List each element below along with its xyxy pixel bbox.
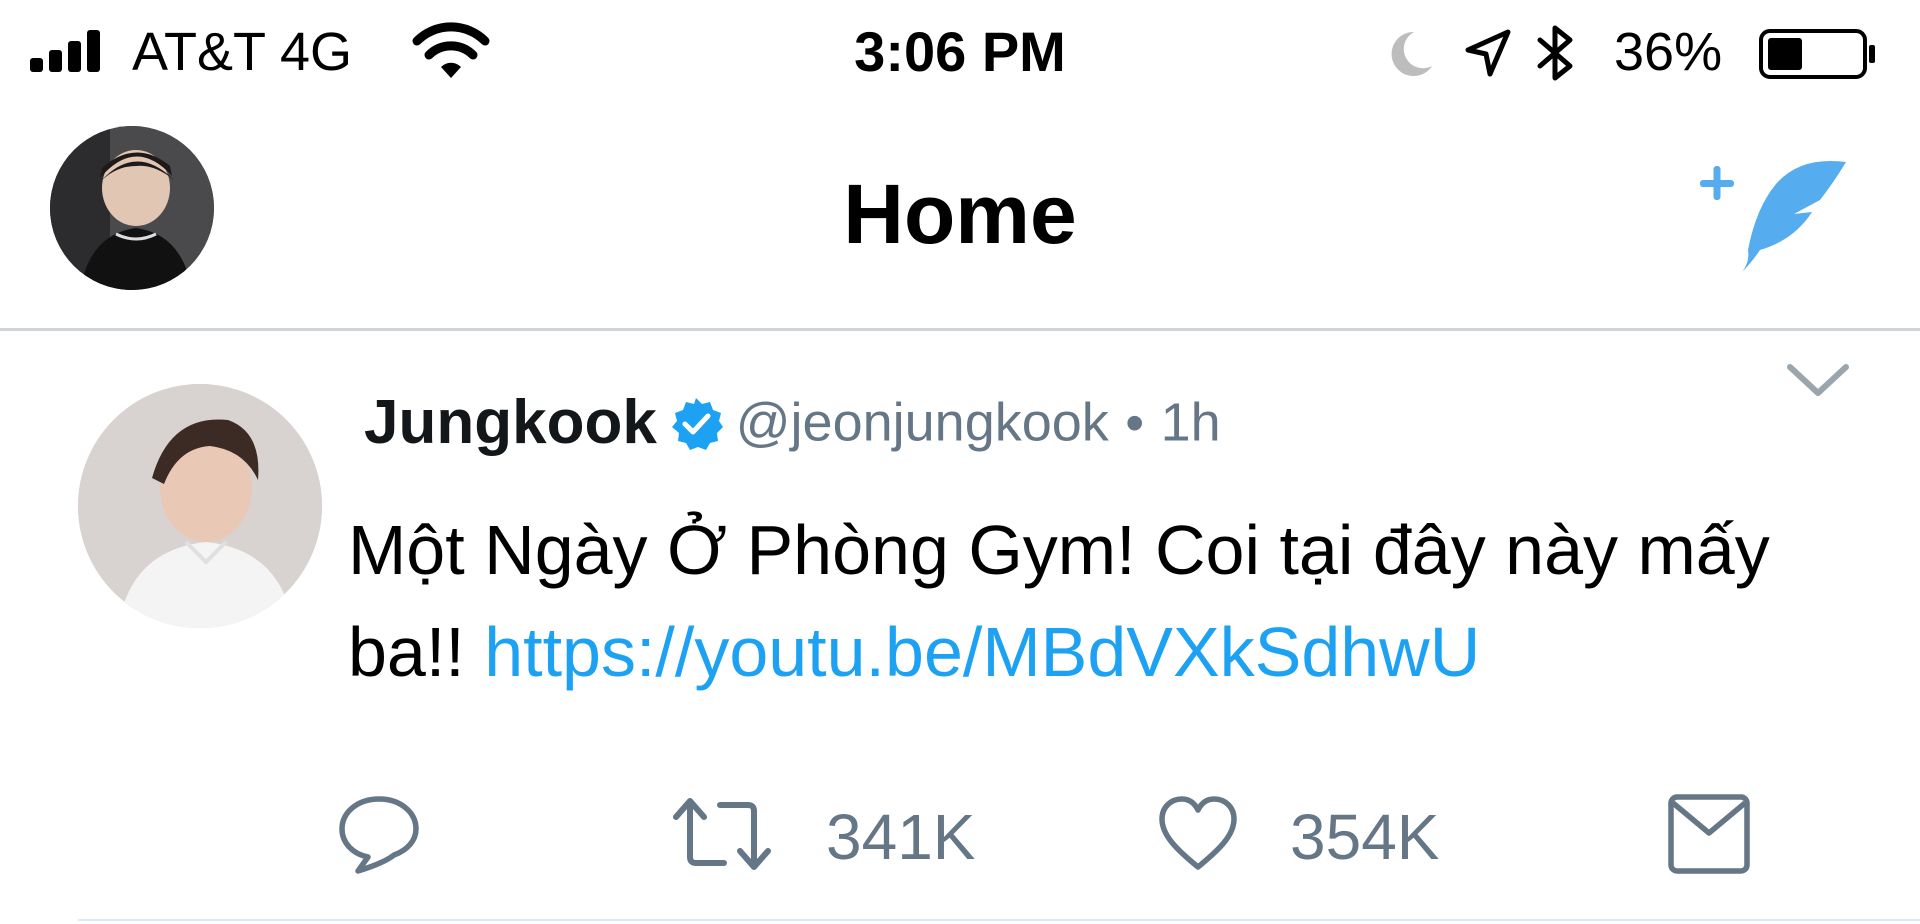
tweet[interactable]: Jungkook @jeonjungkook • 1h Một Ngày Ở P… [0,331,1920,921]
moon-icon [1391,31,1432,76]
author-name[interactable]: Jungkook [364,388,657,457]
bluetooth-icon [1537,25,1573,81]
retweet-count: 341K [826,801,976,873]
verified-badge-icon [672,397,724,450]
reply-icon[interactable] [336,791,422,877]
battery-percent: 36% [1614,22,1723,82]
heart-icon[interactable] [1156,791,1240,877]
retweet-icon[interactable] [672,791,772,877]
page-title: Home [843,167,1077,261]
header-separator: • [1125,392,1145,453]
tweet-divider [78,919,1920,921]
tweet-time[interactable]: 1h [1161,393,1221,453]
tweet-author-avatar[interactable] [78,384,322,628]
tweet-header: Jungkook @jeonjungkook • 1h [364,387,1221,463]
nav-bar: Home [0,104,1920,331]
compose-tweet-icon[interactable] [1696,150,1848,274]
status-bar: AT&T 4G 3:06 PM 36% [0,0,1920,104]
like-count: 354K [1290,801,1440,873]
tweet-link[interactable]: https://youtu.be/MBdVXkSdhwU [484,613,1480,691]
tweet-actions: 341K 354K [0,779,1920,889]
location-arrow-icon [1465,29,1511,77]
chevron-down-icon[interactable] [1784,359,1852,401]
envelope-icon[interactable] [1666,791,1752,877]
battery-icon [1759,29,1875,79]
author-handle[interactable]: @jeonjungkook [736,393,1109,453]
tweet-body: Một Ngày Ở Phòng Gym! Coi tại đây này mấ… [348,499,1848,703]
